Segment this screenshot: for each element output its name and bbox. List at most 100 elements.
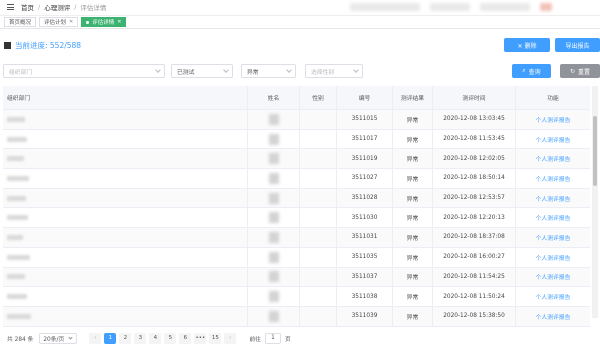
page-ellipsis[interactable]: •••	[194, 332, 207, 344]
user-area-redacted	[350, 1, 600, 13]
cell-time: 2020-12-08 11:54:25	[433, 267, 516, 287]
tab-label: 首页概况	[9, 20, 32, 26]
cell-dept	[3, 306, 248, 326]
hamburger-menu-icon[interactable]	[3, 0, 17, 14]
redacted-dept	[7, 234, 23, 240]
cell-gender	[300, 149, 337, 169]
personal-report-link[interactable]: 个人测评报告	[536, 135, 571, 144]
breadcrumb-home[interactable]: 首页	[21, 2, 34, 12]
goto-page: 前往 1 页	[249, 332, 291, 344]
tab-evaluation-plan[interactable]: 评估计划 ✕	[39, 17, 79, 27]
personal-report-link[interactable]: 个人测评报告	[536, 233, 571, 242]
header-no: 编号	[337, 86, 393, 109]
header-result: 测评结果	[393, 86, 433, 109]
cell-no: 3511031	[337, 228, 393, 247]
department-select[interactable]: 组织部门	[3, 64, 165, 78]
export-report-button[interactable]: 导出报告	[555, 38, 600, 52]
page-number-button[interactable]: 5	[164, 332, 177, 344]
cell-gender	[300, 110, 337, 129]
cell-no: 3511039	[337, 306, 393, 326]
cell-function: 个人测评报告	[516, 208, 590, 227]
cell-name	[248, 129, 300, 149]
cell-name	[248, 228, 300, 247]
goto-page-input[interactable]: 1	[264, 332, 281, 344]
close-icon[interactable]: ✕	[69, 19, 73, 25]
cell-dept	[3, 267, 248, 287]
header-function: 功能	[547, 96, 559, 102]
table-row: 3511019 异常 2020-12-08 12:02:05 个人测评报告	[3, 149, 590, 170]
tab-home-overview[interactable]: 首页概况	[4, 17, 37, 27]
table-header: 组织部门 姓名 性别 编号 测评结果 测评时间 功能	[3, 86, 590, 110]
top-bar: 首页 / 心理测评 / 评估详情	[0, 0, 600, 14]
prev-page-button[interactable]: ‹	[89, 332, 102, 344]
cell-gender	[300, 287, 337, 306]
redacted-dept	[7, 294, 27, 300]
breadcrumb-separator: /	[38, 3, 41, 11]
cell-time: 2020-12-08 12:20:13	[433, 208, 516, 228]
personal-report-link[interactable]: 个人测评报告	[536, 213, 571, 222]
cell-no: 3511028	[337, 188, 393, 208]
redacted-dept	[7, 156, 24, 162]
page-number-button[interactable]: 1	[104, 332, 117, 344]
cell-result: 异常	[393, 208, 433, 228]
cell-name	[248, 149, 300, 169]
header-time: 测评时间	[433, 86, 516, 109]
cell-name	[248, 247, 300, 267]
table-row: 3511015 异常 2020-12-08 13:03:45 个人测评报告	[3, 110, 590, 130]
status-select[interactable]: 已测试	[171, 64, 233, 78]
cell-function: 个人测评报告	[516, 169, 590, 188]
cell-time: 2020-12-08 11:53:45	[433, 129, 516, 149]
personal-report-link[interactable]: 个人测评报告	[536, 312, 571, 321]
scrollbar-thumb[interactable]	[593, 116, 597, 186]
table-scrollbar[interactable]	[592, 86, 598, 318]
cell-gender	[300, 169, 337, 188]
cell-name	[248, 208, 300, 228]
cell-function: 个人测评报告	[516, 307, 590, 326]
personal-report-link[interactable]: 个人测评报告	[536, 154, 571, 163]
page-list: 1 2 3 4 5 6 ••• 15	[104, 332, 224, 344]
search-icon: ⌕	[522, 67, 526, 74]
cell-result: 异常	[393, 287, 433, 306]
result-select[interactable]: 异常	[241, 64, 296, 78]
redacted-dept	[7, 175, 29, 181]
gender-select[interactable]: 选择性别	[305, 64, 363, 78]
reset-button[interactable]: ↻ 重置	[560, 64, 600, 78]
cell-result: 异常	[393, 306, 433, 326]
cell-dept	[3, 110, 248, 129]
breadcrumb: 首页 / 心理测评 / 评估详情	[21, 2, 106, 12]
personal-report-link[interactable]: 个人测评报告	[536, 253, 571, 262]
personal-report-link[interactable]: 个人测评报告	[536, 272, 571, 281]
page-size-select[interactable]: 20条/页	[39, 332, 78, 344]
delete-button[interactable]: ✕ 删除	[504, 38, 550, 52]
breadcrumb-current: 评估详情	[80, 4, 107, 12]
page-number-button[interactable]: 15	[209, 332, 222, 344]
page-number-button[interactable]: 3	[134, 332, 147, 344]
personal-report-link[interactable]: 个人测评报告	[536, 115, 571, 124]
cell-result: 异常	[393, 110, 433, 129]
page-number-button[interactable]: 2	[119, 332, 132, 344]
page-number-button[interactable]: 6	[179, 332, 192, 344]
close-icon[interactable]: ✕	[117, 19, 121, 25]
tab-evaluation-detail[interactable]: 评估详情 ✕	[81, 17, 127, 27]
personal-report-link[interactable]: 个人测评报告	[536, 292, 571, 301]
cell-no: 3511027	[337, 169, 393, 188]
cell-no: 3511035	[337, 247, 393, 267]
refresh-icon: ↻	[569, 67, 575, 75]
redacted-name	[268, 153, 279, 165]
goto-label: 前往	[249, 336, 261, 343]
personal-report-link[interactable]: 个人测评报告	[536, 174, 571, 183]
chevron-down-icon	[286, 67, 292, 73]
cell-no: 3511038	[337, 287, 393, 306]
query-button[interactable]: ⌕ 查询	[512, 64, 551, 78]
cell-no: 3511015	[337, 110, 393, 129]
cell-function: 个人测评报告	[516, 110, 590, 129]
cell-function: 个人测评报告	[516, 149, 590, 168]
next-page-button[interactable]: ›	[224, 332, 237, 344]
page-number-button[interactable]: 4	[149, 332, 162, 344]
breadcrumb-section[interactable]: 心理测评	[44, 2, 70, 12]
tab-label: 评估详情	[92, 20, 115, 26]
query-label: 查询	[528, 68, 541, 76]
cell-dept	[3, 247, 248, 267]
personal-report-link[interactable]: 个人测评报告	[536, 194, 571, 203]
total-count: 共 284 条	[7, 336, 34, 343]
